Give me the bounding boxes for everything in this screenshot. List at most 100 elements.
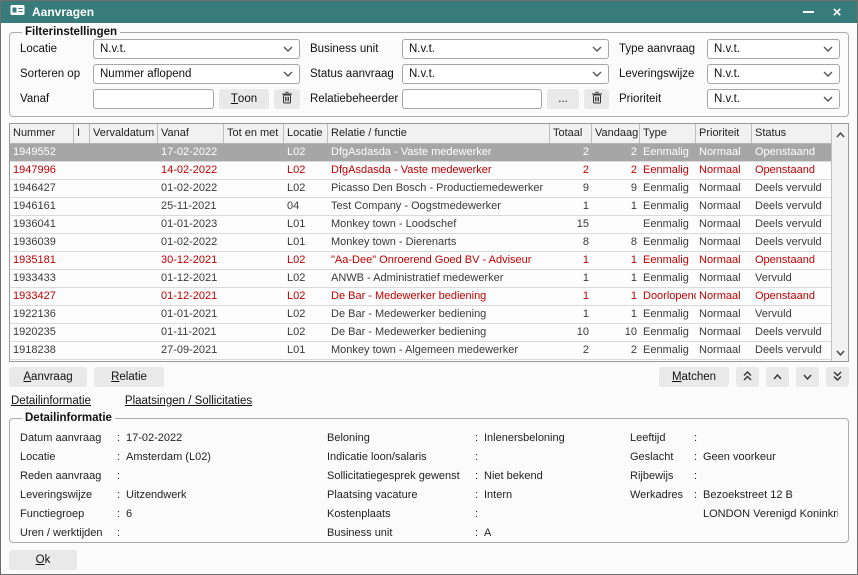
clear-vanaf-button[interactable] — [274, 89, 300, 109]
cell-i — [74, 288, 90, 305]
column-header-vandaag[interactable]: Vandaag — [592, 124, 640, 143]
cell-prioriteit: Normaal — [696, 234, 752, 251]
cell-i — [74, 252, 90, 269]
cell-vervaldatum — [90, 144, 158, 161]
table-row[interactable]: 192023501-11-2021L02De Bar - Medewerker … — [10, 324, 831, 342]
column-header-nummer[interactable]: Nummer — [10, 124, 74, 143]
cell-relatie: Monkey town - Loodschef — [328, 216, 550, 233]
detail-row: Plaatsing vacature:Intern — [327, 485, 630, 504]
table-row[interactable]: 193604101-01-2023L01Monkey town - Loodsc… — [10, 216, 831, 234]
status-aanvraag-select[interactable]: N.v.t. — [402, 64, 609, 84]
cell-totaal: 2 — [550, 162, 592, 179]
column-header-tot_en_met[interactable]: Tot en met — [224, 124, 284, 143]
cell-tot_en_met — [224, 306, 284, 323]
cell-locatie: L01 — [284, 234, 328, 251]
cell-type: Eenmalig — [640, 180, 696, 197]
cell-vandaag: 8 — [592, 234, 640, 251]
chevron-down-icon — [823, 46, 833, 52]
cell-vervaldatum — [90, 270, 158, 287]
detail-info-legend: Detailinformatie — [22, 412, 115, 424]
business-unit-select[interactable]: N.v.t. — [402, 39, 609, 59]
table-row[interactable]: 194799614-02-2022L02DfgAsdasda - Vaste m… — [10, 162, 831, 180]
column-header-vervaldatum[interactable]: Vervaldatum — [90, 124, 158, 143]
detail-value: Uitzendwerk — [126, 489, 187, 501]
cell-vanaf: 01-11-2021 — [158, 324, 224, 341]
close-button[interactable]: × — [826, 3, 848, 21]
table-row[interactable]: 191823827-09-2021L01Monkey town - Algeme… — [10, 342, 831, 360]
cell-nummer: 1933427 — [10, 288, 74, 305]
column-header-type[interactable]: Type — [640, 124, 696, 143]
ok-button[interactable]: Ok — [9, 550, 77, 570]
detail-row: Leveringswijze:Uitzendwerk — [20, 485, 327, 504]
minimize-button[interactable] — [797, 3, 819, 21]
detail-value: Inlenersbeloning — [484, 432, 565, 444]
cell-vanaf: 14-02-2022 — [158, 162, 224, 179]
vanaf-input[interactable] — [93, 89, 214, 109]
relatiebeheerder-input[interactable] — [402, 89, 542, 109]
last-row-button[interactable] — [826, 367, 849, 387]
cell-nummer: 1920235 — [10, 324, 74, 341]
prioriteit-select[interactable]: N.v.t. — [707, 89, 840, 109]
table-row[interactable]: 193343301-12-2021L02ANWB - Administratie… — [10, 270, 831, 288]
relatie-button[interactable]: Relatie — [94, 367, 164, 387]
table-row[interactable]: 194616125-11-202104Test Company - Oogstm… — [10, 198, 831, 216]
requests-table: NummerIVervaldatumVanafTot en metLocatie… — [9, 123, 849, 362]
cell-tot_en_met — [224, 144, 284, 161]
cell-nummer: 1918238 — [10, 342, 74, 359]
chevron-up-icon — [836, 126, 845, 141]
scroll-up-button[interactable] — [833, 126, 848, 141]
clear-relatiebeheerder-button[interactable] — [584, 89, 609, 109]
detail-colon: : — [694, 432, 703, 444]
sorteren-op-select[interactable]: Nummer aflopend — [93, 64, 300, 84]
aanvraag-button[interactable]: Aanvraag — [9, 367, 87, 387]
cell-totaal: 8 — [550, 234, 592, 251]
first-row-button[interactable] — [736, 367, 759, 387]
cell-tot_en_met — [224, 324, 284, 341]
locatie-select[interactable]: N.v.t. — [93, 39, 300, 59]
cell-prioriteit: Normaal — [696, 180, 752, 197]
cell-type: Eenmalig — [640, 216, 696, 233]
scroll-down-button[interactable] — [833, 344, 848, 359]
column-header-vanaf[interactable]: Vanaf — [158, 124, 224, 143]
filter-settings-legend: Filterinstellingen — [22, 26, 120, 38]
tab-detailinformatie[interactable]: Detailinformatie — [11, 395, 91, 407]
table-row[interactable]: 193342701-12-2021L02De Bar - Medewerker … — [10, 288, 831, 306]
cell-totaal: 15 — [550, 216, 592, 233]
type-aanvraag-select[interactable]: N.v.t. — [707, 39, 840, 59]
table-row[interactable]: 192213601-01-2021L02De Bar - Medewerker … — [10, 306, 831, 324]
cell-vanaf: 01-01-2021 — [158, 306, 224, 323]
column-header-i[interactable]: I — [74, 124, 90, 143]
cell-tot_en_met — [224, 252, 284, 269]
detail-row: Beloning:Inlenersbeloning — [327, 428, 630, 447]
next-row-button[interactable] — [796, 367, 819, 387]
tab-plaatsingen-sollicitaties[interactable]: Plaatsingen / Sollicitaties — [125, 395, 252, 407]
browse-relatiebeheerder-button[interactable]: ... — [547, 89, 579, 109]
detail-value: Geen voorkeur — [703, 451, 776, 463]
cell-nummer: 1935181 — [10, 252, 74, 269]
locatie-label: Locatie — [20, 43, 93, 55]
column-header-status[interactable]: Status — [752, 124, 831, 143]
matchen-button[interactable]: Matchen — [659, 367, 729, 387]
table-row[interactable]: 194955217-02-2022L02DfgAsdasda - Vaste m… — [10, 144, 831, 162]
table-row[interactable]: 193518130-12-2021L02"Aa-Dee" Onroerend G… — [10, 252, 831, 270]
cell-vanaf: 27-09-2021 — [158, 342, 224, 359]
detail-column-middle: Beloning:InlenersbeloningIndicatie loon/… — [327, 428, 630, 542]
detail-label: Leveringswijze — [20, 489, 117, 501]
column-header-totaal[interactable]: Totaal — [550, 124, 592, 143]
table-row[interactable]: 193603901-02-2022L01Monkey town - Dieren… — [10, 234, 831, 252]
leveringswijze-select[interactable]: N.v.t. — [707, 64, 840, 84]
column-header-relatie[interactable]: Relatie / functie — [328, 124, 550, 143]
cell-relatie: DfgAsdasda - Vaste medewerker — [328, 144, 550, 161]
chevron-down-icon — [836, 344, 845, 359]
toon-button[interactable]: Toon — [219, 89, 269, 109]
column-header-locatie[interactable]: Locatie — [284, 124, 328, 143]
id-card-icon — [10, 3, 25, 21]
previous-row-button[interactable] — [766, 367, 789, 387]
column-header-prioriteit[interactable]: Prioriteit — [696, 124, 752, 143]
status-aanvraag-label: Status aanvraag — [310, 68, 402, 80]
cell-prioriteit: Normaal — [696, 198, 752, 215]
table-row[interactable]: 194642701-02-2022L02Picasso Den Bosch - … — [10, 180, 831, 198]
chevron-up-icon — [773, 371, 782, 383]
cell-totaal: 1 — [550, 270, 592, 287]
vertical-scrollbar[interactable] — [831, 124, 848, 361]
